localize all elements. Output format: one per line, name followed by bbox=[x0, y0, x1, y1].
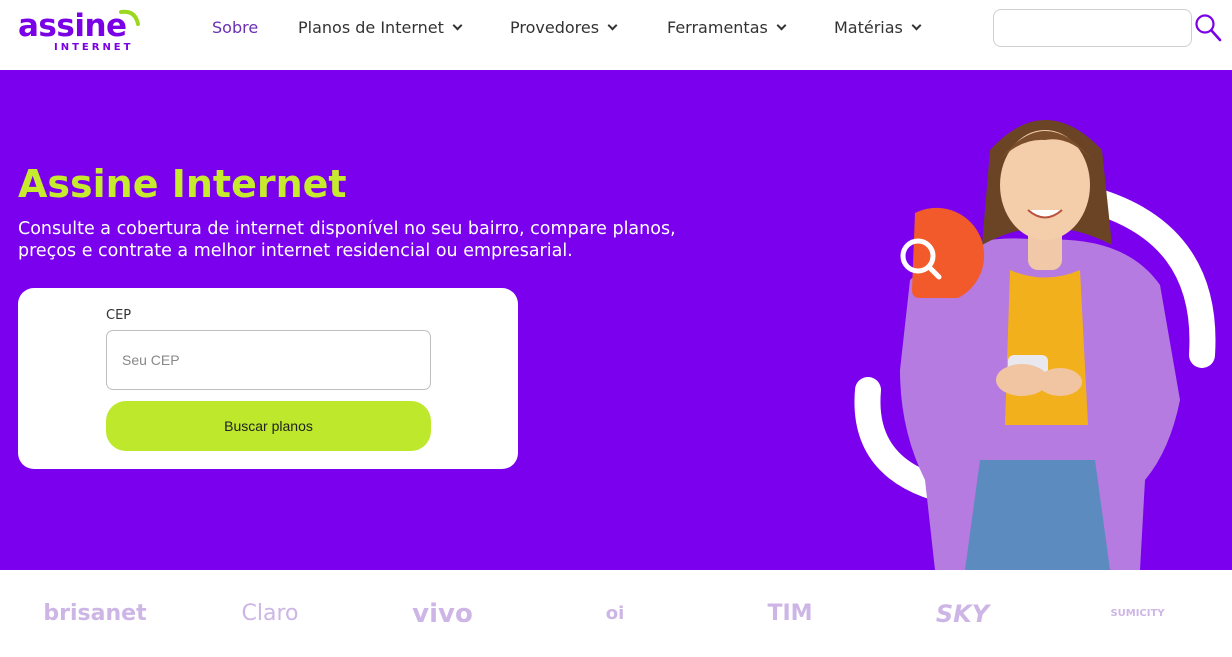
chevron-down-icon bbox=[607, 20, 618, 30]
cep-label: CEP bbox=[106, 308, 132, 323]
cep-input[interactable] bbox=[106, 330, 431, 390]
chevron-down-icon bbox=[776, 20, 787, 30]
cep-search-card: CEP Buscar planos bbox=[18, 288, 518, 469]
chevron-down-icon bbox=[452, 20, 463, 30]
brand-vivo-label: vivo bbox=[412, 598, 473, 629]
nav-provedores[interactable]: Provedores bbox=[510, 18, 618, 37]
hero-title: Assine Internet bbox=[18, 162, 347, 206]
site-header: assine INTERNET Sobre Planos de Internet… bbox=[0, 0, 1232, 70]
brand-logo-claro[interactable]: Claro bbox=[225, 570, 315, 657]
nav-planos-de-internet[interactable]: Planos de Internet bbox=[298, 18, 463, 37]
nav-materias-label: Matérias bbox=[834, 18, 903, 37]
chevron-down-icon bbox=[911, 20, 922, 30]
brand-logo-oi[interactable]: oi bbox=[595, 570, 635, 657]
search-bubble-icon bbox=[900, 207, 985, 298]
nav-planos-label: Planos de Internet bbox=[298, 18, 444, 37]
nav-materias[interactable]: Matérias bbox=[834, 18, 922, 37]
brand-claro-label: Claro bbox=[241, 601, 299, 626]
search-icon[interactable] bbox=[1194, 13, 1222, 43]
search-plans-button[interactable]: Buscar planos bbox=[106, 401, 431, 451]
brand-brisanet-label: brisanet bbox=[43, 601, 147, 626]
brand-logo-sumicity[interactable]: SUMICITY bbox=[1095, 570, 1180, 657]
nav-ferramentas[interactable]: Ferramentas bbox=[667, 18, 787, 37]
brand-sky-label: SKY bbox=[935, 599, 990, 628]
brand-logo-vivo[interactable]: vivo bbox=[400, 570, 485, 657]
brand-logo-tim[interactable]: TIM bbox=[755, 570, 825, 657]
site-search-input[interactable] bbox=[993, 9, 1192, 47]
brand-oi-label: oi bbox=[605, 603, 625, 624]
hero-section: Assine Internet Consulte a cobertura de … bbox=[0, 70, 1232, 570]
logo-subtitle: INTERNET bbox=[54, 42, 134, 53]
logo-signal-arc bbox=[119, 9, 140, 26]
brand-tim-label: TIM bbox=[767, 601, 813, 626]
provider-brands-strip: brisanet Claro vivo oi TIM SKY SUMICITY bbox=[0, 570, 1232, 657]
nav-sobre[interactable]: Sobre bbox=[212, 18, 258, 37]
nav-provedores-label: Provedores bbox=[510, 18, 600, 37]
brand-sumicity-label: SUMICITY bbox=[1110, 608, 1165, 619]
hero-illustration bbox=[854, 120, 1216, 570]
brand-logo-brisanet[interactable]: brisanet bbox=[30, 570, 160, 657]
logo-wordmark: assine bbox=[18, 8, 127, 44]
nav-sobre-label: Sobre bbox=[212, 18, 259, 37]
hero-subtitle: Consulte a cobertura de internet disponí… bbox=[18, 219, 676, 261]
site-logo[interactable]: assine INTERNET bbox=[18, 6, 143, 56]
nav-ferramentas-label: Ferramentas bbox=[667, 18, 768, 37]
brand-logo-sky[interactable]: SKY bbox=[925, 570, 1000, 657]
